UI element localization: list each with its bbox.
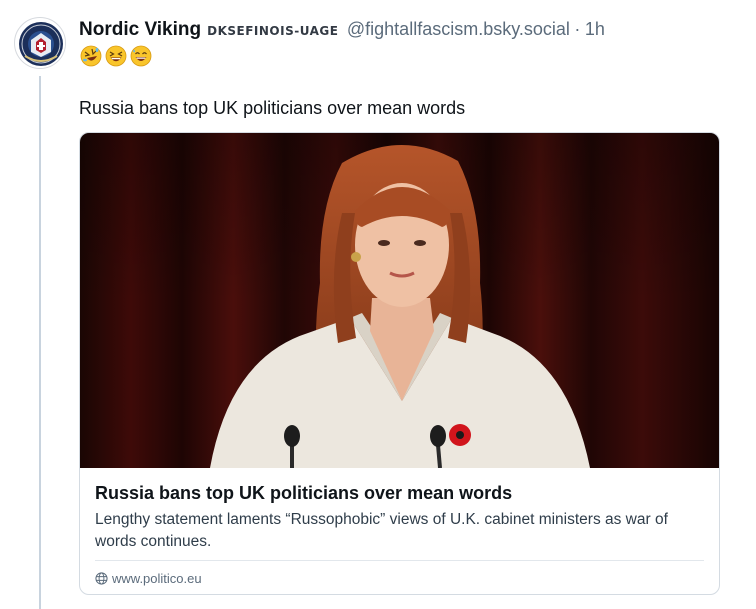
thread-line — [39, 76, 41, 609]
author-handle[interactable]: @fightallfascism.bsky.social — [347, 19, 570, 39]
grinning-sweat-emoji-icon — [130, 45, 152, 67]
link-preview-card[interactable]: Russia bans top UK politicians over mean… — [79, 132, 720, 595]
link-preview-image[interactable] — [80, 133, 719, 468]
author-badge: DKSEFINOIS-UAGE — [207, 24, 339, 38]
post-timestamp[interactable]: 1h — [585, 19, 605, 39]
separator-dot: · — [574, 19, 581, 39]
grinning-squinting-emoji-icon — [105, 45, 127, 67]
card-divider — [95, 560, 704, 561]
link-card-domain-text: www.politico.eu — [112, 570, 202, 586]
avatar-emblem-icon — [16, 19, 65, 68]
avatar[interactable] — [14, 17, 66, 69]
link-card-description: Lengthy statement laments “Russophobic” … — [95, 511, 668, 550]
globe-icon — [95, 571, 108, 585]
emoji-row — [80, 45, 152, 67]
post-text: Russia bans top UK politicians over mean… — [79, 98, 466, 118]
post-header: Nordic Viking DKSEFINOIS-UAGE @fightallfa… — [79, 17, 605, 43]
post[interactable]: Nordic Viking DKSEFINOIS-UAGE @fightallfa… — [0, 0, 756, 609]
rolling-on-floor-laughing-emoji-icon — [80, 45, 102, 67]
link-card-title[interactable]: Russia bans top UK politicians over mean… — [95, 481, 512, 505]
link-card-domain: www.politico.eu — [95, 569, 202, 587]
author-name[interactable]: Nordic Viking — [79, 19, 201, 40]
